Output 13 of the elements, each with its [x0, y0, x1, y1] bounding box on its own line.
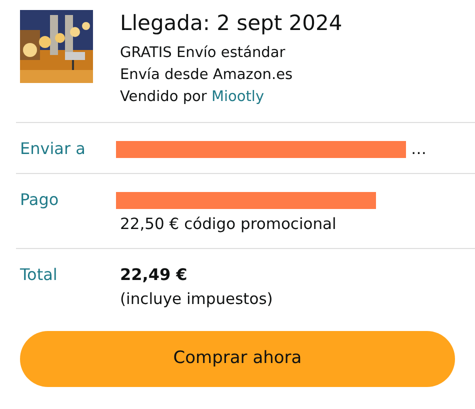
detail-text: 22,50 € código promocional — [120, 215, 336, 233]
row-label: Enviar a — [19, 138, 86, 160]
total-amount: 22,49 € — [120, 265, 188, 284]
sold-by-label: Vendido por — [120, 89, 207, 105]
seller-link[interactable]: Miootly — [211, 89, 264, 105]
arrival-date: Llegada: 2 sept 2024 — [120, 10, 342, 37]
ships-from: Envía desde Amazon.es — [120, 66, 294, 85]
row-label: Pago — [19, 189, 60, 211]
detail-text: (incluye impuestos) — [120, 290, 273, 308]
row-label: Total — [19, 264, 58, 286]
buy-now-button[interactable]: Comprar ahora — [20, 331, 455, 387]
address-text: … — [410, 140, 426, 158]
shipping-info: GRATIS Envío estándar — [120, 44, 286, 63]
